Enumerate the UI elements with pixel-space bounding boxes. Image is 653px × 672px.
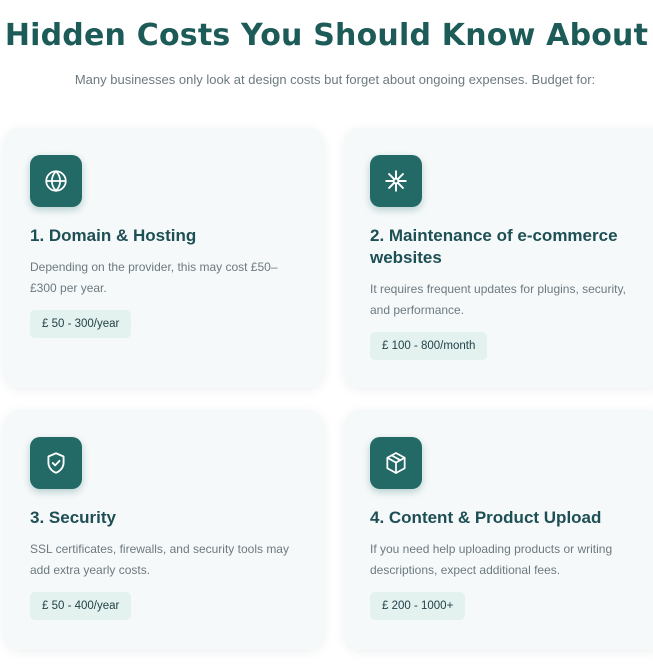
- page-title: Hidden Costs You Should Know About: [4, 18, 649, 53]
- card-title: 3. Security: [30, 508, 116, 527]
- price-badge: £ 50 - 400/year: [30, 592, 132, 620]
- page-subtitle: Many businesses only look at design cost…: [74, 72, 596, 87]
- price-badge: £ 50 - 300/year: [30, 310, 132, 338]
- card-description: It requires frequent updates for plugins…: [370, 282, 626, 317]
- price-badge: £ 200 - 1000+: [370, 592, 466, 620]
- cost-card-domain-hosting: 1. Domain & Hosting Depending on the pro…: [4, 128, 324, 388]
- shield-check-icon: [30, 437, 82, 489]
- card-description: Depending on the provider, this may cost…: [30, 260, 278, 295]
- globe-icon: [30, 155, 82, 207]
- cost-card-security: 3. Security SSL certificates, firewalls,…: [4, 410, 324, 650]
- card-title: 2. Maintenance of e-commerce websites: [370, 226, 618, 267]
- card-title: 1. Domain & Hosting: [30, 226, 197, 245]
- cost-card-content-upload: 4. Content & Product Upload If you need …: [344, 410, 653, 650]
- card-description: If you need help uploading products or w…: [370, 542, 613, 577]
- price-badge: £ 100 - 800/month: [370, 332, 488, 360]
- asterisk-sparkle-icon: [370, 155, 422, 207]
- cost-card-maintenance: 2. Maintenance of e-commerce websites It…: [344, 128, 653, 388]
- card-description: SSL certificates, firewalls, and securit…: [30, 542, 289, 577]
- card-title: 4. Content & Product Upload: [370, 508, 602, 527]
- box-package-icon: [370, 437, 422, 489]
